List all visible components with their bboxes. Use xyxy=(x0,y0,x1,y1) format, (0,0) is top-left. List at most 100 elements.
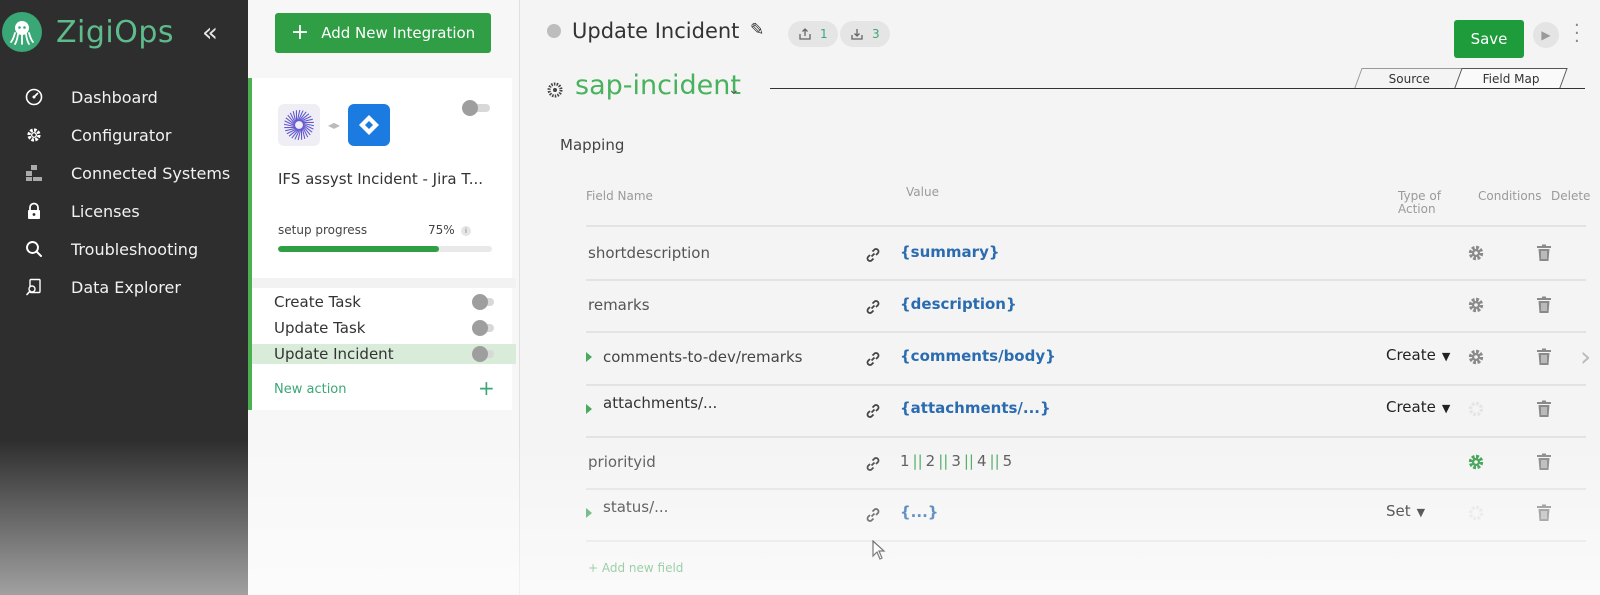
delete-trash-icon[interactable] xyxy=(1536,244,1552,262)
integration-enabled-toggle[interactable] xyxy=(462,100,490,116)
import-count: 3 xyxy=(872,27,880,41)
field-value[interactable]: {attachments/...} xyxy=(900,399,1051,417)
row-divider xyxy=(586,540,1586,542)
separator: || xyxy=(938,452,949,470)
field-name[interactable]: remarks xyxy=(588,296,650,314)
separator: || xyxy=(963,452,974,470)
caret-down-icon: ▼ xyxy=(1416,506,1426,519)
logo[interactable]: ZigiOps xyxy=(2,12,174,52)
tab-field-map[interactable]: Field Map xyxy=(1454,68,1568,88)
type-of-action-value: Create xyxy=(1386,346,1436,364)
expand-caret-icon[interactable] xyxy=(586,508,592,518)
link-icon[interactable] xyxy=(864,506,882,524)
sidebar-item-connected-systems[interactable]: Connected Systems xyxy=(0,154,248,192)
field-name[interactable]: shortdescription xyxy=(588,244,710,262)
field-name[interactable]: status/... xyxy=(603,498,668,516)
type-of-action-select[interactable]: Set ▼ xyxy=(1386,502,1425,520)
chevron-right-icon[interactable]: › xyxy=(1580,340,1591,373)
action-update-task[interactable]: Update Task xyxy=(252,318,516,338)
jira-logo-icon xyxy=(348,104,391,146)
table-row: priorityid 1 || 2 || 3 || 4 || 5 xyxy=(586,437,1586,487)
expand-caret-icon[interactable] xyxy=(586,352,592,362)
link-icon[interactable] xyxy=(864,298,882,316)
page-title: Update Incident xyxy=(572,19,740,43)
delete-trash-icon[interactable] xyxy=(1536,400,1552,418)
expand-caret-icon[interactable] xyxy=(586,404,592,414)
new-action-link[interactable]: New action xyxy=(274,382,347,397)
setup-progress-label: setup progress xyxy=(278,223,368,237)
main-panel: Update Incident ✎ 1 3 Save ▶ · · · sap-inc… xyxy=(520,0,1600,595)
conditions-gear-icon-active[interactable] xyxy=(1466,452,1486,472)
sidebar-item-dashboard[interactable]: Dashboard xyxy=(0,78,248,116)
field-value[interactable]: 1 || 2 || 3 || 4 || 5 xyxy=(900,452,1012,470)
field-value[interactable]: {summary} xyxy=(900,243,1000,261)
type-of-action-select[interactable]: Create ▼ xyxy=(1386,346,1450,364)
link-icon[interactable] xyxy=(864,455,882,473)
save-button[interactable]: Save xyxy=(1454,20,1524,58)
action-label: Update Incident xyxy=(274,345,394,363)
chevron-down-icon[interactable]: ⌄ xyxy=(728,82,740,98)
action-update-incident[interactable]: Update Incident xyxy=(252,344,516,364)
sidebar-item-data-explorer[interactable]: Data Explorer xyxy=(0,268,248,306)
priority-option: 4 xyxy=(976,452,987,470)
sidebar-item-label: Licenses xyxy=(71,201,140,221)
edit-pencil-icon[interactable]: ✎ xyxy=(750,20,764,40)
link-icon[interactable] xyxy=(864,350,882,368)
priority-option: 2 xyxy=(925,452,936,470)
sidebar-item-configurator[interactable]: Configurator xyxy=(0,116,248,154)
conditions-gear-icon-disabled xyxy=(1468,505,1484,521)
link-icon[interactable] xyxy=(864,402,882,420)
separator: || xyxy=(989,452,1000,470)
conditions-gear-icon[interactable] xyxy=(1466,243,1486,263)
sidebar-item-licenses[interactable]: Licenses xyxy=(0,192,248,230)
add-action-icon[interactable]: + xyxy=(478,376,495,400)
delete-trash-icon[interactable] xyxy=(1536,348,1552,366)
field-value[interactable]: {...} xyxy=(900,503,938,521)
sidebar-item-label: Configurator xyxy=(71,125,172,145)
delete-trash-icon[interactable] xyxy=(1536,453,1552,471)
gauge-icon xyxy=(24,87,44,107)
setup-progress-bar xyxy=(278,246,492,252)
play-icon[interactable]: ▶ xyxy=(1533,22,1559,48)
field-name[interactable]: priorityid xyxy=(588,453,656,471)
type-of-action-select[interactable]: Create ▼ xyxy=(1386,398,1450,416)
action-create-task[interactable]: Create Task xyxy=(252,292,516,312)
entity-selector[interactable]: sap-incident xyxy=(575,70,741,101)
priority-option: 1 xyxy=(900,452,910,470)
column-header-conditions: Conditions xyxy=(1478,189,1542,203)
integration-title: IFS assyst Incident - Jira T... xyxy=(278,170,484,188)
delete-trash-icon[interactable] xyxy=(1536,296,1552,314)
export-count-badge[interactable]: 1 xyxy=(788,21,838,47)
action-toggle[interactable] xyxy=(472,346,494,362)
action-toggle[interactable] xyxy=(472,320,494,336)
collapse-sidebar-icon[interactable]: « xyxy=(202,20,218,46)
add-new-field-link[interactable]: + Add new field xyxy=(588,561,683,575)
sidebar: ZigiOps « Dashboard Configurator Connect… xyxy=(0,0,248,595)
conditions-gear-icon[interactable] xyxy=(1466,295,1486,315)
plus-icon: + xyxy=(290,20,310,45)
info-icon[interactable]: i xyxy=(461,226,471,236)
more-options-icon[interactable]: · · · xyxy=(1574,17,1580,51)
action-toggle[interactable] xyxy=(472,294,494,310)
export-count: 1 xyxy=(820,27,828,41)
column-header-field-name: Field Name xyxy=(586,189,653,203)
caret-down-icon: ▼ xyxy=(1441,350,1451,363)
field-value[interactable]: {comments/body} xyxy=(900,347,1056,365)
sidebar-item-troubleshooting[interactable]: Troubleshooting xyxy=(0,230,248,268)
setup-progress-fill xyxy=(278,246,439,252)
export-icon xyxy=(799,28,811,40)
import-count-badge[interactable]: 3 xyxy=(840,21,890,47)
delete-trash-icon[interactable] xyxy=(1536,504,1552,522)
search-icon xyxy=(24,239,44,259)
field-value[interactable]: {description} xyxy=(900,295,1017,313)
integration-card[interactable]: ◂▸ IFS assyst Incident - Jira T... setup… xyxy=(248,78,516,410)
field-name[interactable]: attachments/... xyxy=(603,394,717,412)
link-icon[interactable] xyxy=(864,246,882,264)
field-name[interactable]: comments-to-dev/remarks xyxy=(603,348,802,366)
app-name: ZigiOps xyxy=(56,14,175,50)
action-status-dot xyxy=(547,24,561,38)
conditions-gear-icon[interactable] xyxy=(1466,347,1486,367)
tab-source[interactable]: Source xyxy=(1354,68,1466,88)
sidebar-item-label: Troubleshooting xyxy=(71,239,199,259)
add-new-integration-button[interactable]: + Add New Integration xyxy=(275,13,491,53)
